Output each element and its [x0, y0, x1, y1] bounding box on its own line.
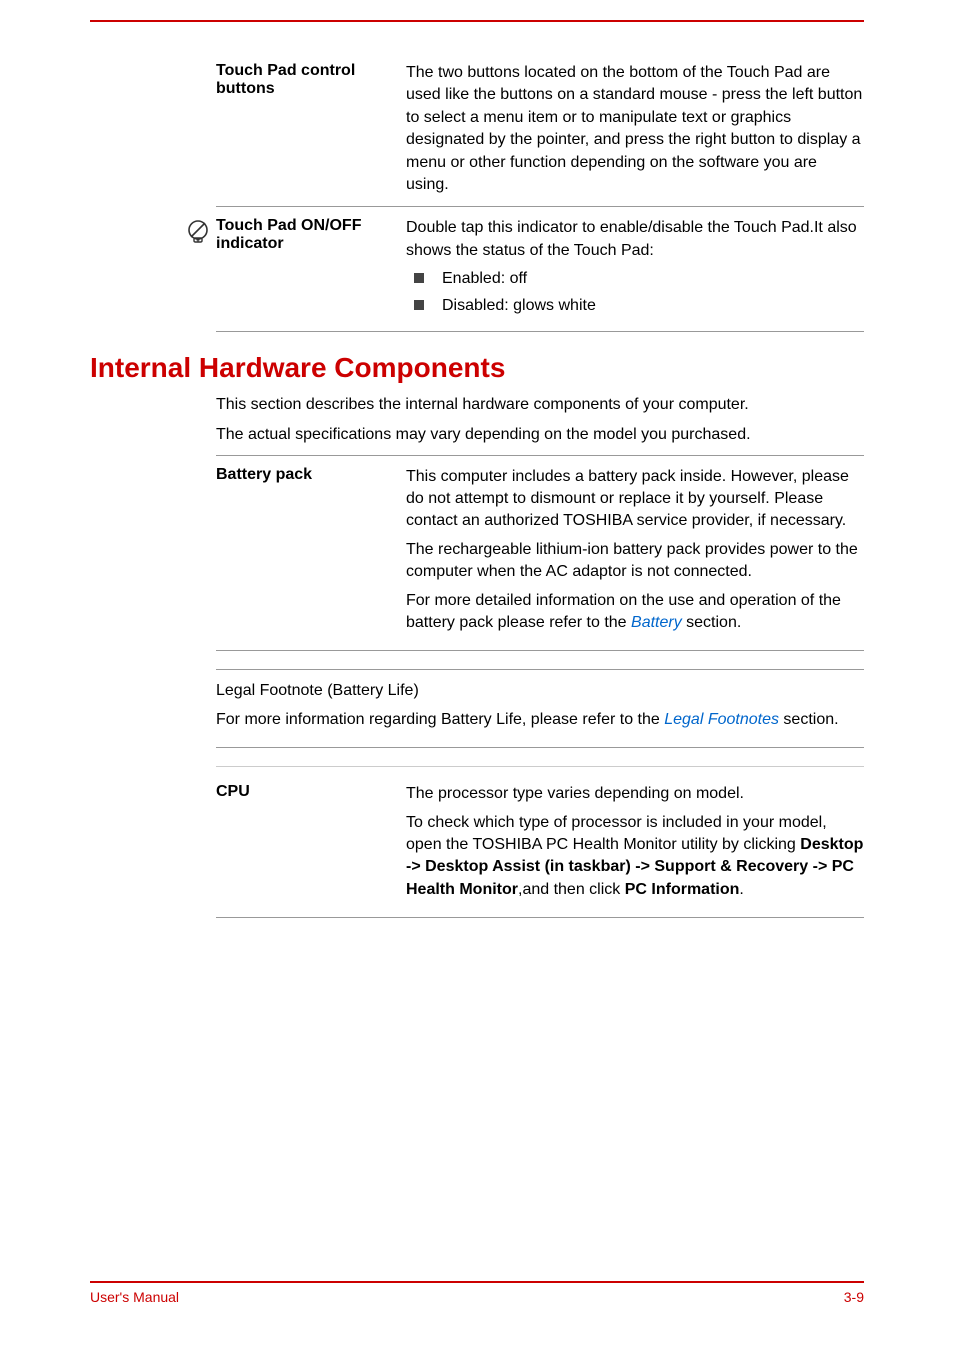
cpu-table: CPU The processor type varies depending …	[216, 773, 864, 918]
table-row: CPU The processor type varies depending …	[216, 773, 864, 917]
touchpad-onoff-label: Touch Pad ON/OFF indicator	[216, 207, 406, 331]
section-heading: Internal Hardware Components	[90, 352, 864, 384]
cpu-nav-path-2: PC Information	[625, 881, 740, 898]
touchpad-control-desc: The two buttons located on the bottom of…	[406, 52, 864, 207]
battery-desc-2: The rechargeable lithium-ion battery pac…	[406, 539, 864, 584]
cpu-desc-1: The processor type varies depending on m…	[406, 783, 864, 805]
battery-desc-1: This computer includes a battery pack in…	[406, 466, 864, 533]
cpu-desc-2-mid: ,and then click	[518, 881, 625, 898]
header-rule	[90, 20, 864, 22]
footer-manual-title: User's Manual	[90, 1289, 179, 1305]
legal-footnotes-link[interactable]: Legal Footnotes	[664, 711, 779, 728]
battery-desc-3-prefix: For more detailed information on the use…	[406, 592, 841, 631]
footer-page-number: 3-9	[844, 1289, 864, 1305]
page-footer: User's Manual 3-9	[90, 1281, 864, 1305]
cpu-label: CPU	[216, 773, 406, 917]
touchpad-control-label: Touch Pad control buttons	[216, 52, 406, 207]
battery-link[interactable]: Battery	[631, 614, 682, 631]
component-table-1: Touch Pad control buttons The two button…	[216, 52, 864, 207]
footnote-title: Legal Footnote (Battery Life)	[216, 680, 864, 702]
battery-table: Battery pack This computer includes a ba…	[216, 455, 864, 652]
cpu-desc-2: To check which type of processor is incl…	[406, 812, 864, 902]
touchpad-onoff-desc: Double tap this indicator to enable/disa…	[406, 217, 864, 262]
cpu-desc-2-prefix: To check which type of processor is incl…	[406, 814, 827, 853]
footnote-text-suffix: section.	[779, 711, 839, 728]
divider	[216, 766, 864, 767]
list-item: Disabled: glows white	[406, 295, 864, 317]
touchpad-onoff-states: Enabled: off Disabled: glows white	[406, 268, 864, 317]
intro-paragraph: This section describes the internal hard…	[216, 394, 864, 416]
battery-desc-3: For more detailed information on the use…	[406, 590, 864, 635]
footnote-text-prefix: For more information regarding Battery L…	[216, 711, 664, 728]
cpu-desc-2-end: .	[739, 881, 743, 898]
table-row: Touch Pad control buttons The two button…	[216, 52, 864, 207]
footnote-text: For more information regarding Battery L…	[216, 709, 864, 731]
table-row: Touch Pad ON/OFF indicator Double tap th…	[216, 207, 864, 331]
intro-paragraph: The actual specifications may vary depen…	[216, 424, 864, 446]
touchpad-onoff-icon	[180, 219, 216, 250]
list-item: Enabled: off	[406, 268, 864, 290]
component-table-2: Touch Pad ON/OFF indicator Double tap th…	[216, 207, 864, 332]
table-row: Battery pack This computer includes a ba…	[216, 455, 864, 651]
battery-desc-3-suffix: section.	[682, 614, 742, 631]
battery-label: Battery pack	[216, 455, 406, 651]
legal-footnote-block: Legal Footnote (Battery Life) For more i…	[216, 669, 864, 748]
